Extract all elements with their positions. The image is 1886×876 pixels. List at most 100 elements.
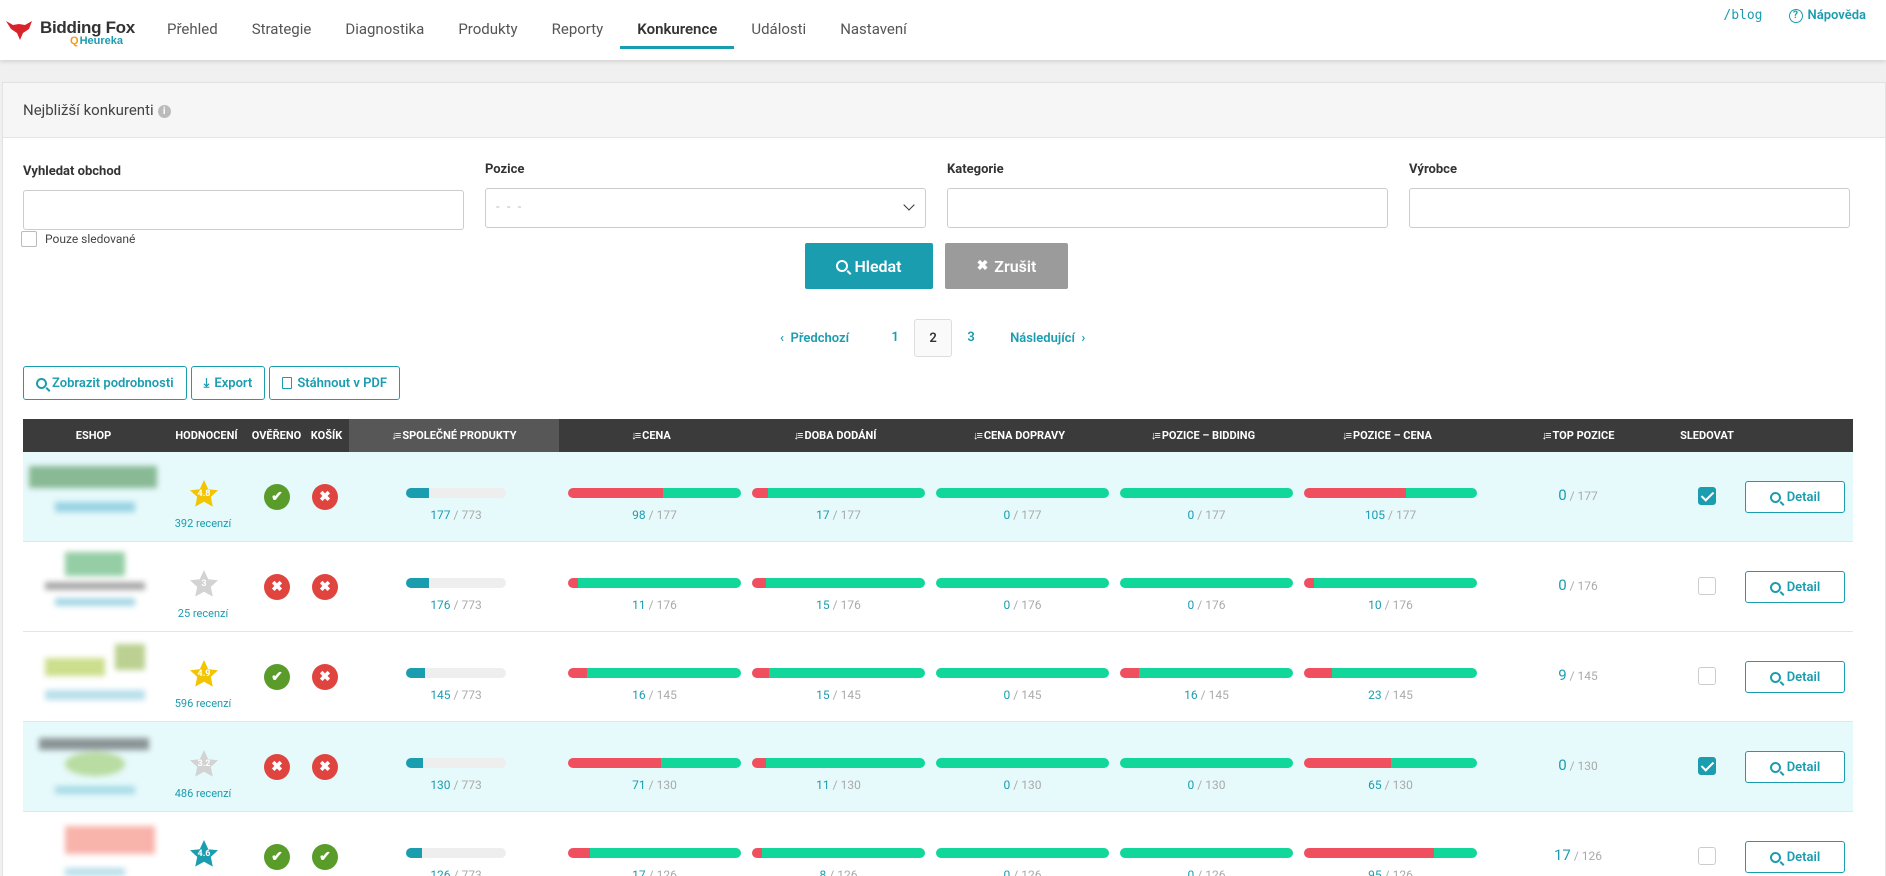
follow-checkbox[interactable] <box>1698 487 1716 505</box>
nav-prehled[interactable]: Přehled <box>150 0 235 50</box>
category-input[interactable] <box>947 188 1388 228</box>
follow-checkbox[interactable] <box>1698 757 1716 775</box>
pos-bidding-bar-green <box>1120 758 1293 768</box>
only-watched-checkbox[interactable] <box>21 231 37 247</box>
filter-position: Pozice - - - <box>485 162 926 228</box>
eshop-logo[interactable] <box>25 548 165 626</box>
delivery-bar-red <box>752 758 766 768</box>
eshop-logo[interactable] <box>25 728 165 806</box>
common-products-bar <box>406 668 506 678</box>
price-bar-green <box>590 848 741 858</box>
col-top[interactable]: ↓≡ TOP POZICE <box>1479 419 1677 452</box>
sort-icon: ↓≡ <box>1150 429 1161 442</box>
reviews-count[interactable]: 486 recenzí <box>158 787 248 800</box>
price-bar-red <box>568 578 579 588</box>
col-follow: SLEDOVAT <box>1680 429 1734 442</box>
eshop-logo[interactable] <box>25 638 165 716</box>
nav-nastaveni[interactable]: Nastavení <box>823 0 924 50</box>
pos-bidding-bar <box>1120 668 1293 678</box>
pagination-page-3[interactable]: 3 <box>952 319 990 357</box>
detail-button[interactable]: Detail <box>1745 661 1845 693</box>
nav-konkurence[interactable]: Konkurence <box>620 0 735 50</box>
search-icon <box>1769 761 1781 773</box>
shipping-bar-green <box>936 578 1109 588</box>
pagination-next[interactable]: Následující › <box>1010 331 1085 346</box>
follow-checkbox[interactable] <box>1698 577 1716 595</box>
follow-checkbox[interactable] <box>1698 667 1716 685</box>
price-bar <box>568 758 741 768</box>
zoom-icon <box>36 377 47 389</box>
reviews-count[interactable]: 596 recenzí <box>158 697 248 710</box>
pos-price-bar-red <box>1304 758 1391 768</box>
col-pos-bidding[interactable]: ↓≡ POZICE – BIDDING <box>1111 419 1295 452</box>
nav-reporty[interactable]: Reporty <box>535 0 621 50</box>
shipping-bar <box>936 488 1109 498</box>
pagination-page-1[interactable]: 1 <box>876 319 914 357</box>
pagination-page-2[interactable]: 2 <box>914 319 953 357</box>
bidding-fox-logo[interactable]: Bidding Fox QHeureka <box>4 15 144 51</box>
shipping-value: 0 / 176 <box>1003 598 1042 612</box>
shipping-bar-green <box>936 758 1109 768</box>
pos-bidding-value: 0 / 126 <box>1187 868 1226 876</box>
col-delivery[interactable]: ↓≡ DOBA DODÁNÍ <box>743 419 927 452</box>
col-common-products[interactable]: ↓≡ SPOLEČNÉ PRODUKTY <box>349 419 559 452</box>
common-products-fill <box>406 848 422 858</box>
position-select[interactable]: - - - <box>485 188 926 228</box>
sort-icon: ↓≡ <box>972 429 983 442</box>
common-products-fill <box>406 488 429 498</box>
pos-bidding-value: 0 / 130 <box>1187 778 1226 792</box>
export-button[interactable]: ⤓ Export <box>190 366 266 400</box>
top-position-value: 0 / 176 <box>1558 576 1598 594</box>
show-details-button[interactable]: Zobrazit podrobnosti <box>23 366 187 400</box>
blog-link[interactable]: /blog <box>1723 8 1762 23</box>
table-row: 4.9 596 recenzí ✔ ✖ 145 / 773 16 / 145 15 / 14… <box>23 632 1853 722</box>
only-watched-row[interactable]: Pouze sledované <box>21 231 135 247</box>
nav-strategie[interactable]: Strategie <box>235 0 329 50</box>
nav-udalosti[interactable]: Události <box>734 0 823 50</box>
eshop-logo[interactable] <box>25 818 165 876</box>
eshop-logo[interactable] <box>25 458 165 536</box>
sort-icon: ↓≡ <box>631 429 641 442</box>
col-price[interactable]: ↓≡ CENA <box>559 419 743 452</box>
common-products-fill <box>406 578 429 588</box>
price-bar-green <box>578 578 741 588</box>
info-icon[interactable]: i <box>157 105 171 118</box>
nav-produkty[interactable]: Produkty <box>441 0 534 50</box>
top-right-links: /blog ? Nápověda <box>1723 8 1866 23</box>
reviews-count[interactable]: 25 recenzí <box>158 607 248 620</box>
main-nav: Přehled Strategie Diagnostika Produkty R… <box>150 0 924 60</box>
maker-input[interactable] <box>1409 188 1850 228</box>
detail-button[interactable]: Detail <box>1745 841 1845 873</box>
pos-bidding-bar-red <box>1120 668 1140 678</box>
pos-price-bar-green <box>1314 578 1477 588</box>
help-link[interactable]: ? Nápověda <box>1788 8 1866 23</box>
close-icon: ✖ <box>976 258 989 274</box>
table-row: 4.8 392 recenzí ✔ ✖ 177 / 773 98 / 177 17 / 17… <box>23 452 1853 542</box>
delivery-bar <box>752 668 925 678</box>
pos-price-bar <box>1304 578 1477 588</box>
cross-icon: ✖ <box>312 484 338 510</box>
detail-button[interactable]: Detail <box>1745 751 1845 783</box>
pdf-button[interactable]: Stáhnout v PDF <box>269 366 401 400</box>
col-pos-price[interactable]: ↓≡ POZICE – CENA <box>1295 419 1479 452</box>
pos-price-bar-green <box>1433 848 1477 858</box>
pos-price-bar <box>1304 668 1477 678</box>
cross-icon: ✖ <box>264 574 290 600</box>
reviews-count[interactable]: 392 recenzí <box>158 517 248 530</box>
detail-button[interactable]: Detail <box>1745 571 1845 603</box>
search-button[interactable]: Hledat <box>805 243 933 289</box>
pos-bidding-bar-green <box>1120 578 1293 588</box>
follow-checkbox[interactable] <box>1698 847 1716 865</box>
price-bar <box>568 668 741 678</box>
rating-value: 4.9 <box>197 669 211 679</box>
price-bar <box>568 488 741 498</box>
nav-diagnostika[interactable]: Diagnostika <box>328 0 441 50</box>
delivery-value: 15 / 145 <box>816 688 861 702</box>
col-shipping[interactable]: ↓≡ CENA DOPRAVY <box>927 419 1111 452</box>
competitors-table: ESHOP HODNOCENÍ OVĚŘENO KOŠÍK ↓≡ SPOLEČNÉ… <box>23 419 1853 876</box>
search-shop-input[interactable] <box>23 190 464 230</box>
pagination-prev[interactable]: ‹ Předchozí <box>780 331 849 346</box>
detail-button[interactable]: Detail <box>1745 481 1845 513</box>
cancel-button[interactable]: ✖ Zrušit <box>945 243 1068 289</box>
price-value: 11 / 176 <box>632 598 677 612</box>
